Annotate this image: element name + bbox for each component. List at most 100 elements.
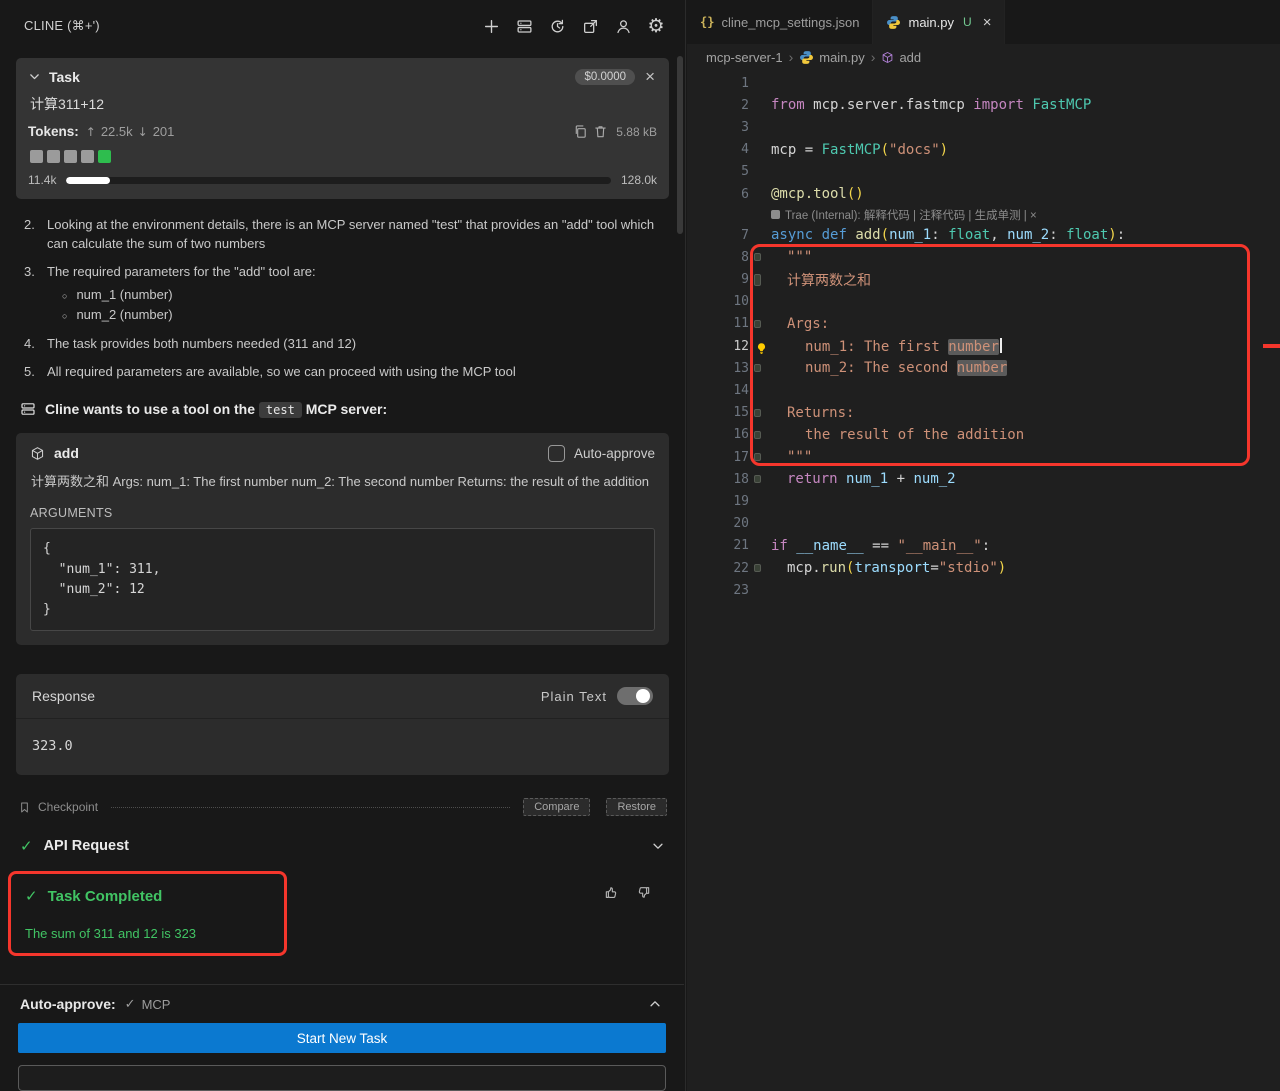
indent-guide-mark — [754, 253, 761, 261]
code-tokens: Returns: — [771, 405, 854, 421]
code-editor: {}cline_mcp_settings.json main.py U × mcp-s… — [687, 0, 1280, 1091]
code-text: Args: — [749, 316, 1280, 332]
response-card: Response Plain Text 323.0 — [16, 674, 669, 775]
line-number: 2 — [687, 98, 749, 113]
indent-guide-mark — [754, 320, 761, 328]
plain-text-toggle[interactable] — [617, 687, 653, 705]
list-number: 4. — [24, 334, 40, 353]
chevron-down-icon[interactable] — [651, 839, 665, 853]
code-line: 15Returns: — [687, 402, 1280, 424]
tool-request-header: Cline wants to use a tool on the test MC… — [20, 399, 665, 420]
checkpoint-divider — [111, 807, 510, 808]
code-line: 19 — [687, 490, 1280, 512]
token: transport — [854, 560, 930, 576]
api-request-row[interactable]: ✓ API Request — [20, 837, 665, 855]
token: ( — [881, 227, 889, 243]
token: num_1 — [889, 227, 931, 243]
toggle-knob — [636, 689, 650, 703]
scrollbar[interactable] — [677, 56, 683, 234]
close-icon[interactable]: × — [983, 14, 992, 31]
indent-guide-mark — [754, 431, 761, 439]
new-task-icon[interactable] — [482, 17, 500, 35]
sidebar-footer: Auto-approve: ✓ MCP Start New Task — [0, 984, 684, 1091]
auto-approve-label: Auto-approve — [574, 446, 655, 461]
line-number: 12 — [687, 339, 749, 354]
trae-logo-icon — [771, 210, 780, 219]
code-area[interactable]: 12from mcp.server.fastmcp import FastMCP… — [687, 70, 1280, 601]
line-number: 10 — [687, 294, 749, 309]
auto-approve-checkbox[interactable] — [548, 445, 565, 462]
text-cursor — [1000, 338, 1002, 353]
code-tokens: num_1: The first number — [771, 338, 1002, 355]
indent-guide-mark — [754, 564, 761, 572]
restore-button[interactable]: Restore — [606, 798, 667, 816]
token: float — [1066, 227, 1108, 243]
token: num_2 — [913, 471, 955, 487]
context-total: 128.0k — [621, 173, 657, 187]
breadcrumb-item[interactable]: mcp-server-1 — [706, 50, 783, 65]
code-text: num_1: The first number — [749, 338, 1280, 355]
lightbulb-icon[interactable] — [755, 342, 768, 355]
tab-main-py[interactable]: main.pyU× — [873, 0, 1005, 44]
token: . — [812, 560, 820, 576]
close-task-icon[interactable]: × — [643, 68, 657, 85]
token: @mcp.tool — [771, 186, 847, 202]
code-tokens: the result of the addition — [771, 427, 1024, 443]
mcp-servers-icon[interactable] — [515, 17, 533, 35]
settings-gear-icon[interactable]: ⚙ — [647, 17, 665, 35]
bookmark-icon — [18, 801, 31, 814]
token: the result of the addition — [805, 427, 1024, 443]
code-tokens: 计算两数之和 — [771, 270, 871, 290]
task-completed-section: ✓ Task Completed The sum of 311 and 12 i… — [8, 871, 667, 956]
context-window-bar[interactable] — [66, 177, 611, 184]
modified-indicator: U — [963, 15, 972, 29]
code-tokens: return num_1 + num_2 — [771, 471, 956, 487]
start-new-task-button[interactable]: Start New Task — [18, 1023, 666, 1053]
history-icon[interactable] — [548, 17, 566, 35]
sub-list-text: num_2 (number) — [76, 305, 172, 324]
tab-cline_mcp_settings-json[interactable]: {}cline_mcp_settings.json — [687, 0, 873, 44]
line-number: 23 — [687, 583, 749, 598]
chat-input[interactable] — [18, 1065, 666, 1091]
token: return — [787, 471, 838, 487]
delete-icon[interactable] — [593, 124, 608, 139]
code-text: return num_1 + num_2 — [749, 471, 1280, 487]
code-line: 22mcp.run(transport="stdio") — [687, 557, 1280, 579]
task-card: Task $0.0000 × 计算311+12 Tokens: ↑ 22.5k … — [16, 58, 669, 199]
token: 计算两数之和 — [787, 273, 871, 289]
token-block — [81, 150, 94, 163]
chevron-up-icon[interactable] — [648, 997, 662, 1011]
token: num_2 — [1007, 227, 1049, 243]
token: mcp — [787, 560, 812, 576]
copy-icon[interactable] — [573, 124, 588, 139]
inline-hint[interactable]: Trae (Internal): 解释代码 | 注释代码 | 生成单测 | × — [687, 205, 1280, 224]
list-text: The required parameters for the "add" to… — [47, 262, 665, 325]
breadcrumb-item[interactable]: main.py — [799, 50, 865, 65]
tokens-down-value: 201 — [153, 124, 175, 139]
list-text: Looking at the environment details, ther… — [47, 215, 665, 253]
code-line: 4mcp = FastMCP("docs") — [687, 139, 1280, 161]
code-line: 14 — [687, 379, 1280, 401]
chevron-down-icon[interactable] — [28, 70, 41, 83]
token: + — [888, 471, 913, 487]
arguments-label: ARGUMENTS — [30, 506, 655, 520]
account-icon[interactable] — [614, 17, 632, 35]
token: def — [822, 227, 847, 243]
code-line: 17""" — [687, 446, 1280, 468]
tokens-up-value: 22.5k — [101, 124, 133, 139]
breadcrumb-item[interactable]: add — [881, 50, 921, 65]
code-text: async def add(num_1: float, num_2: float… — [749, 227, 1280, 243]
code-line: 20 — [687, 513, 1280, 535]
compare-button[interactable]: Compare — [523, 798, 590, 816]
token: mcp.server.fastmcp — [805, 97, 974, 113]
open-in-editor-icon[interactable] — [581, 17, 599, 35]
thumbs-down-icon[interactable] — [636, 885, 651, 900]
breadcrumb-label: main.py — [819, 50, 865, 65]
breadcrumb-label: mcp-server-1 — [706, 50, 783, 65]
code-line: 18return num_1 + num_2 — [687, 468, 1280, 490]
code-text: mcp = FastMCP("docs") — [749, 142, 1280, 158]
token: run — [821, 560, 846, 576]
thumbs-up-icon[interactable] — [604, 885, 619, 900]
code-tokens: Args: — [771, 316, 829, 332]
api-request-label: API Request — [44, 838, 129, 854]
